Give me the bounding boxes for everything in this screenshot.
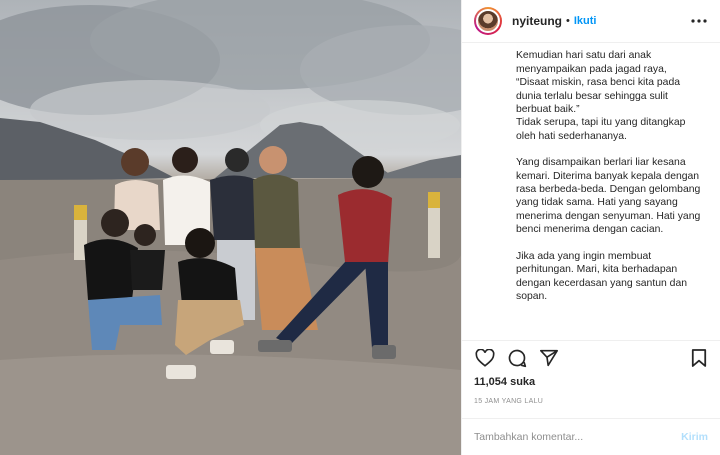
group-photo-illustration — [0, 0, 461, 455]
avatar[interactable] — [474, 7, 502, 36]
post-caption: Kemudian hari satu dari anak menyampaika… — [462, 43, 720, 340]
send-button[interactable]: Kirim — [681, 431, 708, 443]
caption-paragraph: Kemudian hari satu dari anak menyampaika… — [516, 50, 686, 142]
action-bar — [462, 340, 720, 374]
instagram-post: nyiteung • Ikuti Kemudian hari satu dari… — [0, 0, 720, 455]
comment-box: Kirim — [462, 417, 720, 455]
avatar-image — [476, 9, 500, 34]
comment-input[interactable] — [474, 430, 682, 443]
username-link[interactable]: nyiteung — [512, 14, 562, 28]
bookmark-icon[interactable] — [688, 347, 710, 369]
likes-count[interactable]: 11,054 suka — [462, 374, 720, 394]
post-timestamp[interactable]: 15 JAM YANG LALU — [462, 394, 720, 418]
heart-icon[interactable] — [474, 347, 496, 369]
comment-bubble-icon[interactable] — [506, 347, 528, 369]
post-sidebar: nyiteung • Ikuti Kemudian hari satu dari… — [461, 0, 720, 455]
header-separator: • — [566, 15, 570, 28]
paper-plane-icon[interactable] — [538, 347, 560, 369]
post-photo[interactable] — [0, 0, 461, 455]
post-header: nyiteung • Ikuti — [462, 0, 720, 44]
more-horizontal-icon[interactable] — [690, 12, 708, 30]
follow-button[interactable]: Ikuti — [574, 15, 597, 27]
caption-paragraph: Jika ada yang ingin membuat perhitungan.… — [516, 250, 688, 302]
caption-paragraph: Yang disampaikan berlari liar kesana kem… — [516, 157, 701, 236]
